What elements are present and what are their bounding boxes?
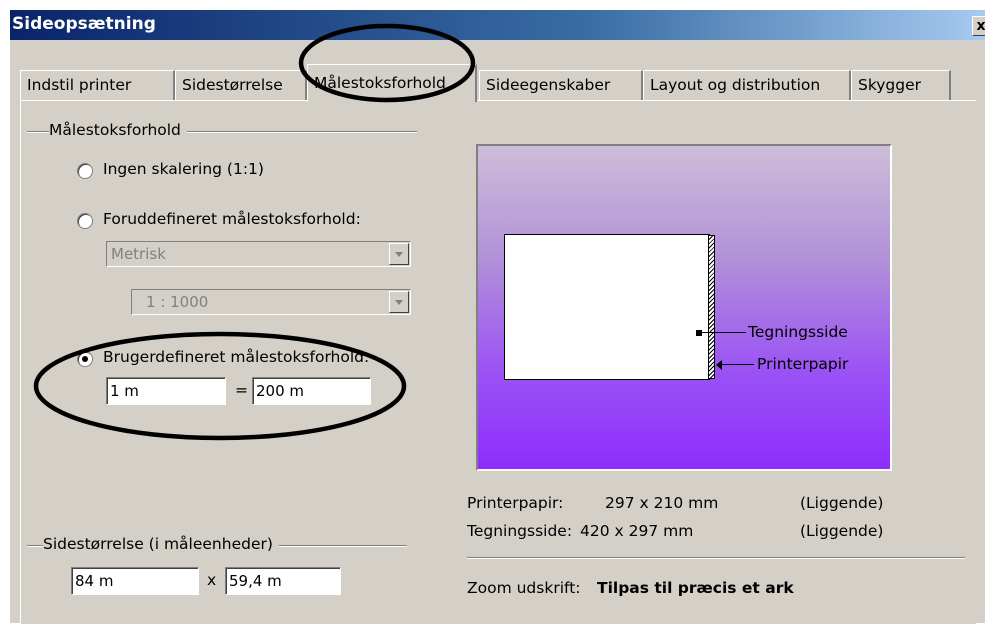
radio-custom-scale[interactable] <box>77 351 93 367</box>
equals-sign: = <box>235 381 248 399</box>
close-button[interactable]: x <box>972 16 985 36</box>
printer-paper-label: Printerpapir <box>757 355 849 373</box>
tab-scale[interactable]: Målestoksforhold <box>307 64 477 102</box>
arrow-left-icon <box>716 360 722 370</box>
no-scaling-label: Ingen skalering (1:1) <box>103 160 264 178</box>
printer-paper-orientation: (Liggende) <box>800 494 884 512</box>
times-sign: x <box>207 571 217 589</box>
chevron-down-icon[interactable] <box>389 243 409 265</box>
tab-panel: Målestoksforhold Ingen skalering (1:1) F… <box>20 100 976 624</box>
drawing-page-orientation: (Liggende) <box>800 522 884 540</box>
predefined-unit-select[interactable]: Metrisk <box>106 241 411 267</box>
page-size-group-title: Sidestørrelse (i måleenheder) <box>43 535 279 553</box>
info-separator <box>467 557 965 559</box>
tab-page-size[interactable]: Sidestørrelse <box>175 70 307 100</box>
tab-page-properties[interactable]: Sideegenskaber <box>479 70 643 100</box>
tab-layout-distribution[interactable]: Layout og distribution <box>643 70 851 100</box>
chevron-down-icon[interactable] <box>389 291 409 313</box>
custom-scale-left-input[interactable]: 1 m <box>106 377 226 405</box>
custom-scale-label: Brugerdefineret målestoksforhold: <box>103 348 370 366</box>
drawing-page-info-label: Tegningsside: <box>467 522 573 540</box>
custom-scale-right-input[interactable]: 200 m <box>252 377 371 405</box>
page-setup-dialog: Sideopsætning x Indstil printer Sidestør… <box>10 10 985 624</box>
drawing-page-label: Tegningsside <box>748 323 848 341</box>
zoom-label: Zoom udskrift: <box>467 579 581 597</box>
predefined-unit-value: Metrisk <box>111 245 166 263</box>
printer-paper-info-label: Printerpapir: <box>467 494 564 512</box>
zoom-value: Tilpas til præcis et ark <box>597 579 794 597</box>
drawing-page-rect <box>504 234 710 380</box>
page-preview: Tegningsside Printerpapir <box>476 144 892 471</box>
page-width-input[interactable]: 84 m <box>71 567 199 595</box>
predefined-scale-label: Foruddefineret målestoksforhold: <box>103 210 361 228</box>
drawing-page-info-value: 420 x 297 mm <box>580 522 694 540</box>
tab-setup-printer[interactable]: Indstil printer <box>20 70 175 100</box>
predefined-ratio-select[interactable]: 1 : 1000 <box>131 289 411 315</box>
tab-shadows[interactable]: Skygger <box>851 70 951 100</box>
printer-paper-edge <box>708 235 715 379</box>
drawing-page-pointer <box>702 332 746 333</box>
scale-group-title: Målestoksforhold <box>49 121 187 139</box>
page-height-input[interactable]: 59,4 m <box>225 567 341 595</box>
radio-predefined-scale[interactable] <box>77 213 93 229</box>
window-title: Sideopsætning <box>12 14 156 34</box>
title-bar[interactable]: Sideopsætning x <box>10 10 985 40</box>
drawing-page-marker <box>696 330 702 336</box>
printer-paper-info-value: 297 x 210 mm <box>605 494 719 512</box>
radio-no-scaling[interactable] <box>77 163 93 179</box>
predefined-ratio-value: 1 : 1000 <box>146 293 209 311</box>
paper-pointer <box>718 364 754 365</box>
